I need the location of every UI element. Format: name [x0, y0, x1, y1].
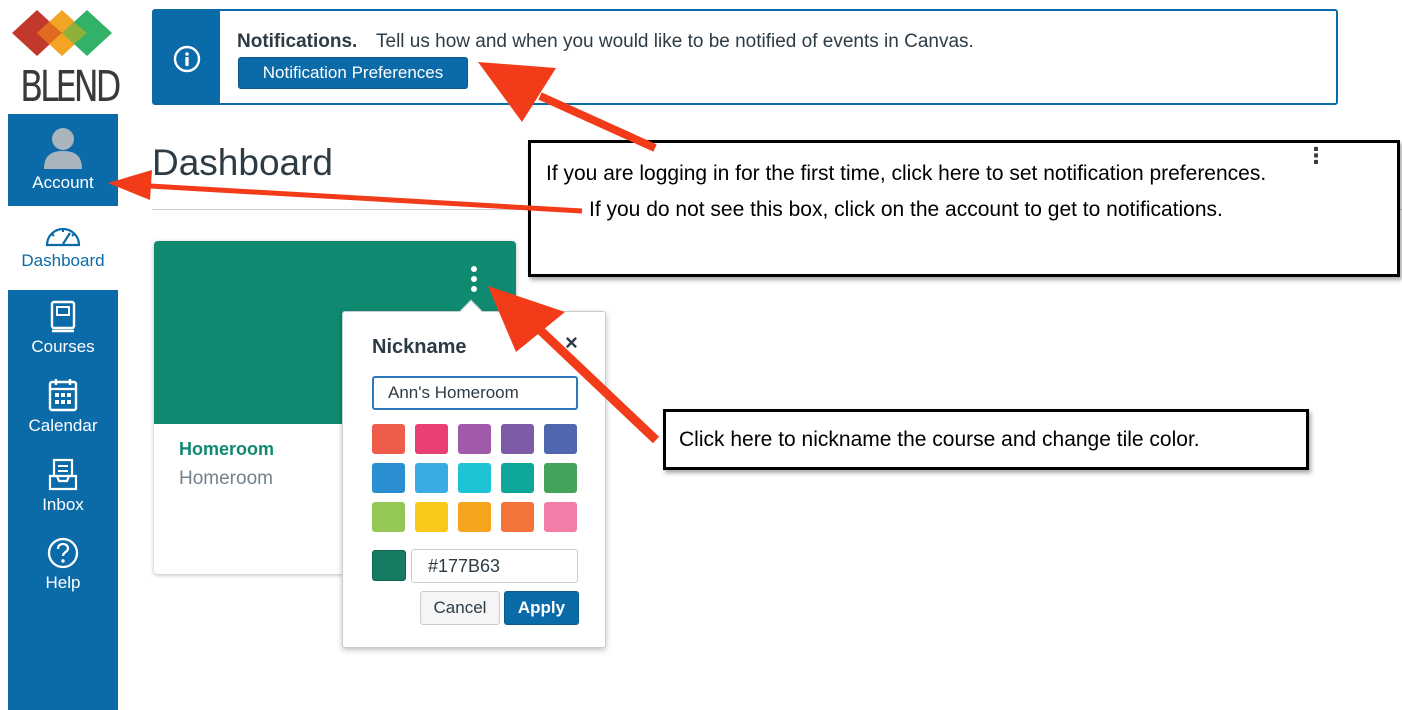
info-circle-icon	[173, 45, 201, 73]
page-title: Dashboard	[152, 142, 334, 183]
cancel-button[interactable]: Cancel	[420, 591, 500, 625]
nav-label-account: Account	[32, 173, 94, 192]
user-avatar-icon	[44, 128, 82, 169]
dashboard-options-kebab-icon[interactable]: ⋮	[1305, 145, 1327, 167]
inbox-icon	[48, 458, 78, 491]
notification-banner: Notifications. Tell us how and when you …	[152, 9, 1338, 105]
color-swatch[interactable]	[544, 424, 577, 454]
color-swatch[interactable]	[501, 463, 534, 493]
nav-item-courses[interactable]: Courses	[8, 296, 118, 372]
nickname-popover: Nickname × Cancel Apply	[342, 299, 606, 648]
global-nav-sidebar: BLEND Account Dashboard Courses Calendar…	[8, 0, 121, 710]
nav-label-calendar: Calendar	[28, 416, 98, 435]
course-card-term: Homeroom	[179, 468, 273, 489]
nav-item-help[interactable]: Help	[8, 536, 118, 614]
color-swatch[interactable]	[415, 424, 448, 454]
color-swatch[interactable]	[544, 502, 577, 532]
nav-item-inbox[interactable]: Inbox	[8, 456, 118, 534]
nav-item-dashboard[interactable]: Dashboard	[8, 206, 118, 290]
annotation-text-nickname: Click here to nickname the course and ch…	[679, 428, 1200, 451]
question-circle-icon	[47, 537, 79, 569]
notification-preferences-button[interactable]: Notification Preferences	[238, 57, 468, 89]
color-swatch[interactable]	[544, 463, 577, 493]
nav-item-calendar[interactable]: Calendar	[8, 374, 118, 452]
logo-text: BLEND	[20, 62, 121, 112]
book-icon	[50, 300, 76, 333]
color-swatch[interactable]	[458, 463, 491, 493]
color-swatch[interactable]	[415, 502, 448, 532]
apply-button[interactable]: Apply	[504, 591, 579, 625]
popover-title: Nickname	[372, 336, 467, 358]
hex-color-input[interactable]	[411, 549, 578, 583]
calendar-icon	[48, 379, 78, 412]
card-options-kebab-icon[interactable]	[464, 263, 484, 297]
speedometer-icon	[45, 227, 81, 247]
notification-message: Tell us how and when you would like to b…	[376, 31, 974, 52]
color-swatch[interactable]	[415, 463, 448, 493]
annotation-box-top: If you are logging in for the first time…	[528, 140, 1400, 277]
color-swatch[interactable]	[501, 502, 534, 532]
logo-diamonds-icon	[12, 10, 112, 56]
color-swatch[interactable]	[372, 502, 405, 532]
nav-label-courses: Courses	[31, 337, 95, 356]
nav-label-help: Help	[45, 573, 81, 592]
annotation-text-account: If you do not see this box, click on the…	[589, 198, 1223, 221]
course-card-name[interactable]: Homeroom	[179, 439, 274, 460]
nav-item-account[interactable]: Account	[8, 114, 118, 206]
selected-color-preview	[372, 550, 406, 581]
nav-label-inbox: Inbox	[42, 495, 84, 514]
color-swatch[interactable]	[372, 424, 405, 454]
notification-title: Notifications.	[237, 31, 358, 52]
color-swatch[interactable]	[501, 424, 534, 454]
nav-label-dashboard: Dashboard	[21, 251, 105, 270]
annotation-text-first-login: If you are logging in for the first time…	[546, 162, 1267, 185]
blend-logo[interactable]: BLEND	[8, 0, 121, 114]
color-swatch[interactable]	[372, 463, 405, 493]
color-swatch[interactable]	[458, 424, 491, 454]
close-icon[interactable]: ×	[565, 330, 578, 356]
nickname-input[interactable]	[372, 376, 578, 410]
color-swatch[interactable]	[458, 502, 491, 532]
annotation-box-bottom: Click here to nickname the course and ch…	[663, 409, 1309, 470]
notification-icon-bar	[154, 11, 220, 103]
